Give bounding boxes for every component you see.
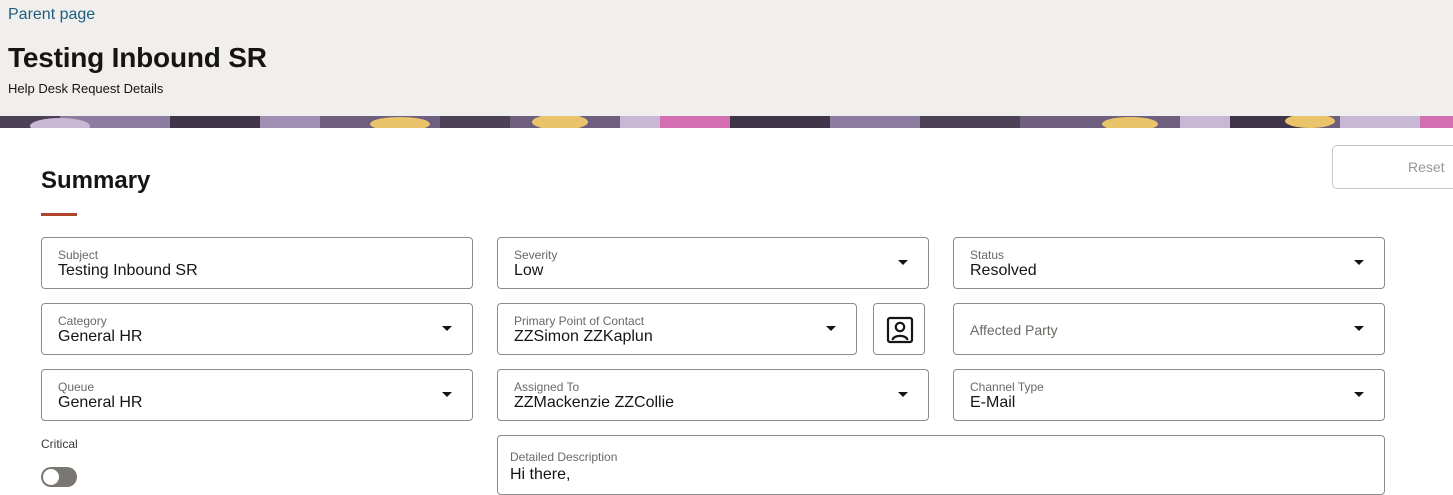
primary-contact-value: ZZSimon ZZKaplun: [514, 328, 653, 345]
detailed-description-field[interactable]: Detailed Description Hi there,: [497, 435, 1385, 495]
queue-label: Queue: [58, 380, 95, 394]
affected-party-select[interactable]: Affected Party: [953, 303, 1385, 355]
contact-card-icon: [886, 316, 914, 344]
queue-select[interactable]: Queue General HR: [41, 369, 473, 421]
caret-down-icon[interactable]: [1354, 326, 1364, 331]
reset-button[interactable]: Reset: [1332, 145, 1453, 189]
category-label: Category: [58, 314, 107, 328]
summary-accent-rule: [41, 213, 77, 216]
decorative-banner: [0, 116, 1453, 128]
caret-down-icon[interactable]: [1354, 392, 1364, 397]
caret-down-icon[interactable]: [442, 326, 452, 331]
category-select[interactable]: Category General HR: [41, 303, 473, 355]
primary-contact-label: Primary Point of Contact: [514, 314, 645, 328]
severity-label: Severity: [514, 248, 558, 262]
assigned-to-label: Assigned To: [514, 380, 580, 394]
caret-down-icon[interactable]: [898, 260, 908, 265]
status-value: Resolved: [970, 262, 1037, 279]
detailed-description-value: Hi there,: [510, 466, 571, 483]
queue-value: General HR: [58, 394, 143, 411]
channel-type-select[interactable]: Channel Type E-Mail: [953, 369, 1385, 421]
toggle-knob: [43, 469, 59, 485]
caret-down-icon[interactable]: [826, 326, 836, 331]
page-subtitle: Help Desk Request Details: [8, 81, 164, 96]
critical-toggle[interactable]: [41, 467, 77, 487]
assigned-to-select[interactable]: Assigned To ZZMackenzie ZZCollie: [497, 369, 929, 421]
status-select[interactable]: Status Resolved: [953, 237, 1385, 289]
channel-type-label: Channel Type: [970, 380, 1044, 394]
detailed-description-label: Detailed Description: [510, 450, 618, 464]
affected-party-placeholder: Affected Party: [970, 322, 1058, 338]
critical-label: Critical: [41, 437, 78, 451]
subject-field[interactable]: Subject Testing Inbound SR: [41, 237, 473, 289]
summary-heading: Summary: [41, 167, 151, 194]
contact-picker-button[interactable]: [873, 303, 925, 355]
caret-down-icon[interactable]: [442, 392, 452, 397]
subject-value: Testing Inbound SR: [58, 262, 198, 279]
caret-down-icon[interactable]: [1354, 260, 1364, 265]
parent-page-link[interactable]: Parent page: [8, 6, 95, 24]
severity-value: Low: [514, 262, 544, 279]
primary-contact-select[interactable]: Primary Point of Contact ZZSimon ZZKaplu…: [497, 303, 857, 355]
page-header: Parent page Testing Inbound SR Help Desk…: [0, 0, 1453, 116]
page-title: Testing Inbound SR: [8, 42, 267, 73]
channel-type-value: E-Mail: [970, 394, 1016, 411]
category-value: General HR: [58, 328, 143, 345]
assigned-to-value: ZZMackenzie ZZCollie: [514, 394, 675, 411]
subject-label: Subject: [58, 248, 99, 262]
status-label: Status: [970, 248, 1005, 262]
severity-select[interactable]: Severity Low: [497, 237, 929, 289]
caret-down-icon[interactable]: [898, 392, 908, 397]
